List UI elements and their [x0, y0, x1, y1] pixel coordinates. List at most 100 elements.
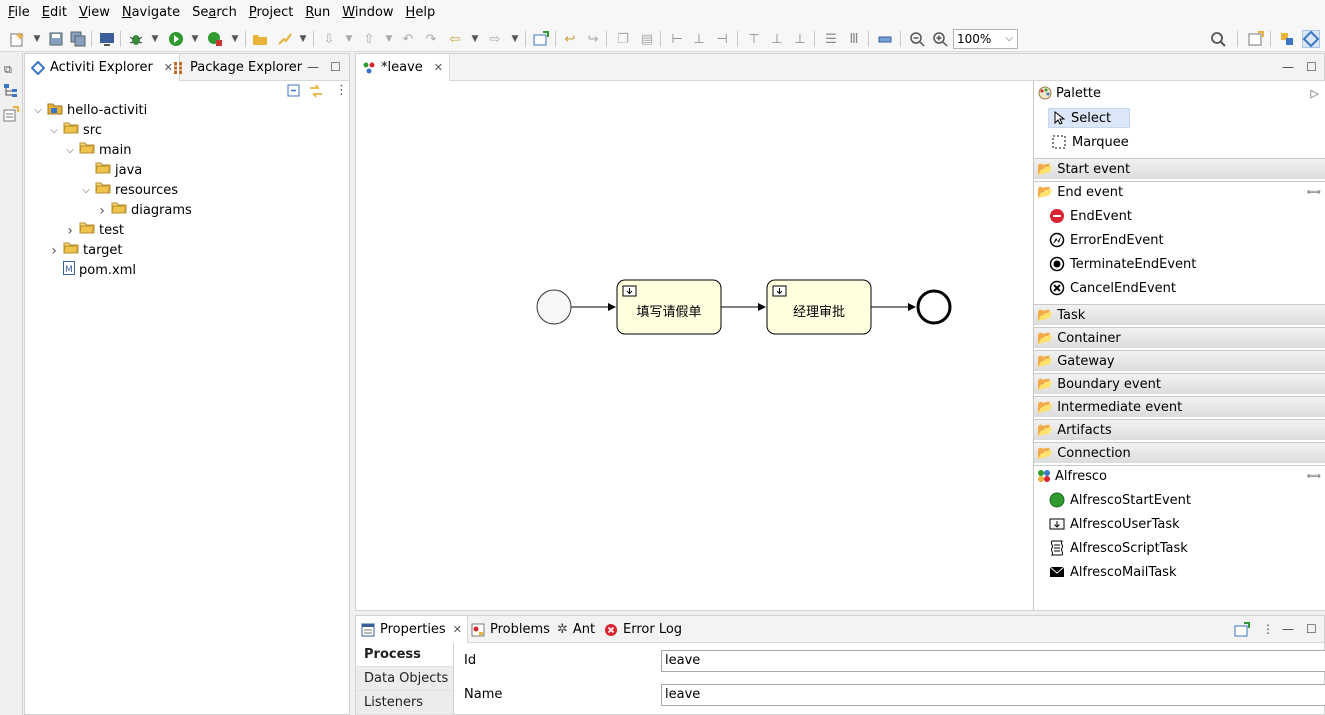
diagram-canvas[interactable]: 填写请假单 经理审批: [356, 81, 1033, 610]
save-icon[interactable]: [47, 30, 65, 48]
prev-dropdown-icon[interactable]: ▼: [380, 30, 398, 48]
zoom-select[interactable]: 100% ⌵: [953, 29, 1018, 49]
tab-properties[interactable]: Properties ✕: [356, 616, 468, 643]
open-console-icon[interactable]: [1234, 622, 1250, 641]
menu-window[interactable]: Window: [336, 0, 399, 26]
external-dropdown-icon[interactable]: ▼: [226, 30, 244, 48]
expanded-chevron-icon[interactable]: ⌵: [47, 121, 61, 141]
collapsed-chevron-icon[interactable]: ›: [47, 241, 61, 261]
drawer-end-event[interactable]: 📂 End event ⟺: [1034, 181, 1325, 202]
tab-ant[interactable]: ✲ Ant: [552, 616, 600, 643]
tab-package-explorer[interactable]: Package Explorer: [167, 54, 308, 81]
tree-node[interactable]: ⌵ hello-activiti: [31, 101, 147, 121]
run-icon[interactable]: [167, 30, 185, 48]
start-event[interactable]: [536, 289, 572, 325]
palette-header[interactable]: Palette ▷: [1034, 81, 1325, 105]
maximize-icon[interactable]: ☐: [1306, 622, 1317, 636]
menu-navigate[interactable]: Navigate: [116, 0, 186, 26]
align-middle-icon[interactable]: ⊥: [768, 30, 786, 48]
external-tools-icon[interactable]: [206, 30, 224, 48]
run-dropdown-icon[interactable]: ▼: [186, 30, 204, 48]
close-icon[interactable]: ✕: [434, 54, 443, 81]
drawer-alfresco[interactable]: Alfresco ⟺: [1034, 465, 1325, 486]
collapsed-chevron-icon[interactable]: ›: [63, 221, 77, 241]
drawer-start-event[interactable]: 📂 Start event: [1034, 158, 1325, 179]
back-icon[interactable]: ⇦: [446, 30, 464, 48]
collapse-all-icon[interactable]: [287, 84, 301, 101]
new-diagram-icon[interactable]: [532, 30, 550, 48]
match-width-icon[interactable]: ☰: [822, 30, 840, 48]
menu-run[interactable]: Run: [299, 0, 336, 26]
tree-node[interactable]: java: [79, 161, 142, 181]
view-menu-icon[interactable]: ⋮: [335, 83, 348, 98]
end-event[interactable]: [916, 289, 952, 325]
id-field[interactable]: leave: [661, 650, 1325, 672]
tree-node[interactable]: ⌵ main: [63, 141, 131, 161]
palette-item-alfresco-start-event[interactable]: AlfrescoStartEvent: [1049, 489, 1191, 511]
select-tool[interactable]: Select: [1048, 108, 1130, 128]
open-type-icon[interactable]: [251, 30, 269, 48]
menu-edit[interactable]: Edit: [36, 0, 73, 26]
maximize-icon[interactable]: ☐: [330, 60, 341, 74]
task-dropdown-icon[interactable]: ▼: [294, 30, 312, 48]
palette-item-alfresco-mail-task[interactable]: AlfrescoMailTask: [1049, 561, 1176, 583]
menu-search[interactable]: Search: [186, 0, 243, 26]
console-icon[interactable]: [98, 30, 116, 48]
expanded-chevron-icon[interactable]: ⌵: [63, 141, 77, 161]
link-with-editor-icon[interactable]: [308, 83, 324, 102]
pin-icon[interactable]: ⟺: [1307, 471, 1321, 482]
outline-icon[interactable]: [3, 83, 19, 102]
search-icon[interactable]: [1209, 30, 1227, 48]
palette-item-alfresco-script-task[interactable]: AlfrescoScriptTask: [1049, 537, 1188, 559]
palette-item-alfresco-user-task[interactable]: AlfrescoUserTask: [1049, 513, 1180, 535]
expanded-chevron-icon[interactable]: ⌵: [31, 101, 45, 121]
align-bottom-icon[interactable]: ⊥: [791, 30, 809, 48]
menu-project[interactable]: Project: [243, 0, 300, 26]
zoom-out-icon[interactable]: [908, 30, 926, 48]
expanded-chevron-icon[interactable]: ⌵: [79, 181, 93, 201]
tab-problems[interactable]: Problems: [466, 616, 555, 643]
prev-annotation-icon[interactable]: ⇧: [360, 30, 378, 48]
align-right-icon[interactable]: ⊣: [713, 30, 731, 48]
forward-icon[interactable]: ⇨: [486, 30, 504, 48]
tab-activiti-explorer[interactable]: Activiti Explorer ✕: [25, 54, 181, 81]
drawer-connection[interactable]: 📂 Connection: [1034, 442, 1325, 463]
section-data-objects[interactable]: Data Objects: [356, 667, 453, 691]
palette-item-terminate-end-event[interactable]: TerminateEndEvent: [1049, 253, 1196, 275]
next-annotation-icon[interactable]: ⇩: [320, 30, 338, 48]
drawer-intermediate-event[interactable]: 📂 Intermediate event: [1034, 396, 1325, 417]
menu-help[interactable]: Help: [400, 0, 442, 26]
palette-item-cancel-end-event[interactable]: CancelEndEvent: [1049, 277, 1176, 299]
menu-view[interactable]: View: [73, 0, 116, 26]
marquee-tool[interactable]: Marquee: [1052, 132, 1129, 152]
drawer-gateway[interactable]: 📂 Gateway: [1034, 350, 1325, 371]
view-menu-icon[interactable]: ⋮: [1262, 622, 1274, 636]
menu-file[interactable]: File: [2, 0, 36, 26]
grid-icon[interactable]: [876, 30, 894, 48]
forward-dropdown-icon[interactable]: ▼: [506, 30, 524, 48]
pin-icon[interactable]: ⟺: [1307, 187, 1321, 198]
align-top-icon[interactable]: ⊤: [745, 30, 763, 48]
java-perspective-icon[interactable]: [1278, 30, 1296, 48]
tree-node[interactable]: › diagrams: [95, 201, 192, 221]
tab-leave[interactable]: *leave ✕: [356, 54, 450, 81]
section-process[interactable]: Process: [356, 643, 453, 667]
palette-item-error-end-event[interactable]: ErrorEndEvent: [1049, 229, 1164, 251]
tree-node[interactable]: › target: [47, 241, 123, 261]
palette-hide-icon[interactable]: ▷: [1311, 87, 1319, 100]
section-listeners[interactable]: Listeners: [356, 691, 453, 715]
name-field[interactable]: leave: [661, 684, 1325, 706]
new-icon[interactable]: [8, 30, 26, 48]
paste-icon[interactable]: ▤: [638, 30, 656, 48]
close-icon[interactable]: ✕: [453, 623, 462, 636]
drawer-artifacts[interactable]: 📂 Artifacts: [1034, 419, 1325, 440]
tree-node[interactable]: ⌵ src: [47, 121, 102, 141]
restore-icon[interactable]: ⧉: [4, 63, 12, 77]
match-height-icon[interactable]: Ⅲ: [845, 30, 863, 48]
open-task-icon[interactable]: [275, 30, 293, 48]
activiti-perspective-icon[interactable]: [1302, 30, 1320, 48]
undo-icon[interactable]: ↩: [561, 30, 579, 48]
zoom-in-icon[interactable]: [931, 30, 949, 48]
last-edit-icon[interactable]: ↶: [399, 30, 417, 48]
tab-error-log[interactable]: Error Log: [599, 616, 687, 643]
